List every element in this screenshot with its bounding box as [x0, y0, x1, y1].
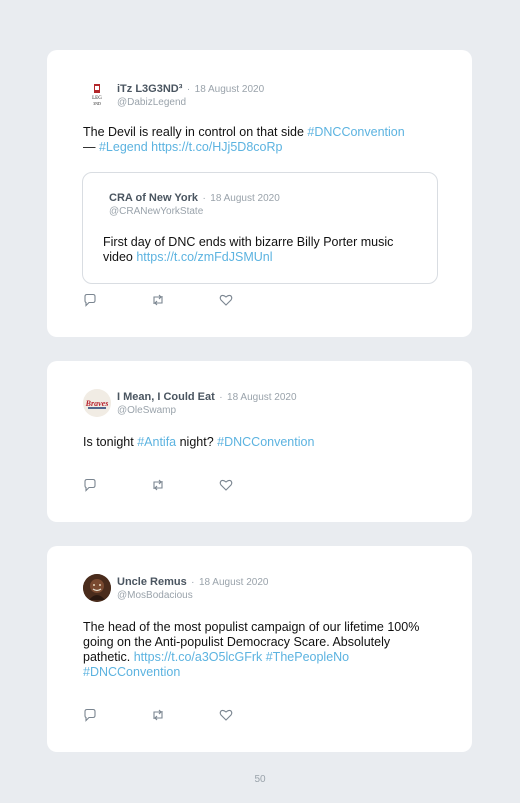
separator: ·	[186, 84, 191, 95]
url-link[interactable]: https://t.co/HJj5D8coRp	[151, 140, 282, 154]
avatar[interactable]: Braves	[83, 389, 111, 417]
hashtag-link[interactable]: #DNCConvention	[307, 125, 404, 139]
reply-icon[interactable]	[83, 478, 97, 492]
hashtag-link[interactable]: #DNCConvention	[217, 435, 314, 449]
retweet-icon[interactable]	[151, 478, 165, 492]
display-name[interactable]: I Mean, I Could Eat	[117, 391, 215, 403]
hashtag-link[interactable]: #Legend	[99, 140, 148, 154]
separator: ·	[202, 193, 206, 204]
tweet-text-plain: The Devil is really in control on that s…	[83, 125, 308, 139]
tweet-text: The head of the most populist campaign o…	[83, 620, 435, 680]
display-name[interactable]: CRA of New York	[109, 192, 198, 204]
avatar[interactable]: LEG 3ND	[83, 81, 111, 109]
reply-icon[interactable]	[83, 708, 97, 722]
separator: ·	[191, 577, 195, 588]
tweet-card-1: LEG 3ND iTz L3G3ND³ · 18 August 2020 @Da…	[47, 50, 472, 337]
hashtag-link[interactable]: #DNCConvention	[83, 665, 180, 679]
tweet-card-3: Uncle Remus · 18 August 2020 @MosBodacio…	[47, 546, 472, 752]
tweet-date[interactable]: 18 August 2020	[210, 193, 280, 204]
tweet-text: Is tonight #Antifa night? #DNCConvention	[83, 435, 433, 450]
handle[interactable]: @OleSwamp	[117, 404, 297, 417]
tweet-actions	[83, 293, 287, 307]
handle[interactable]: @MosBodacious	[117, 589, 268, 602]
tweet-date[interactable]: 18 August 2020	[199, 577, 269, 588]
tweet-text-dash: —	[83, 140, 99, 154]
handle[interactable]: @DabizLegend	[117, 96, 264, 109]
svg-text:3ND: 3ND	[93, 101, 101, 106]
quoted-tweet[interactable]: CRA of New York · 18 August 2020 @CRANew…	[82, 172, 438, 284]
like-icon[interactable]	[219, 293, 233, 307]
like-icon[interactable]	[219, 478, 233, 492]
tweet-text-plain: night?	[176, 435, 218, 449]
handle[interactable]: @CRANewYorkState	[109, 205, 280, 218]
display-name[interactable]: iTz L3G3ND³	[117, 83, 182, 95]
quoted-tweet-text: First day of DNC ends with bizarre Billy…	[103, 235, 423, 265]
avatar[interactable]	[83, 574, 111, 602]
hashtag-link[interactable]: #Antifa	[137, 435, 176, 449]
tweet-date[interactable]: 18 August 2020	[195, 84, 265, 95]
tweet-text: The Devil is really in control on that s…	[83, 125, 433, 155]
display-name[interactable]: Uncle Remus	[117, 576, 187, 588]
url-link[interactable]: https://t.co/a3O5lcGFrk	[134, 650, 263, 664]
tweet-actions	[83, 478, 287, 492]
url-link[interactable]: https://t.co/zmFdJSMUnl	[136, 250, 272, 264]
page-number: 50	[254, 774, 266, 785]
separator: ·	[219, 392, 223, 403]
like-icon[interactable]	[219, 708, 233, 722]
retweet-icon[interactable]	[151, 708, 165, 722]
svg-text:Braves: Braves	[85, 399, 109, 408]
retweet-icon[interactable]	[151, 293, 165, 307]
tweet-actions	[83, 708, 287, 722]
tweet-text-plain: Is tonight	[83, 435, 138, 449]
tweet-date[interactable]: 18 August 2020	[227, 392, 297, 403]
reply-icon[interactable]	[83, 293, 97, 307]
tweet-card-2: Braves I Mean, I Could Eat · 18 August 2…	[47, 361, 472, 522]
hashtag-link[interactable]: #ThePeopleNo	[266, 650, 349, 664]
